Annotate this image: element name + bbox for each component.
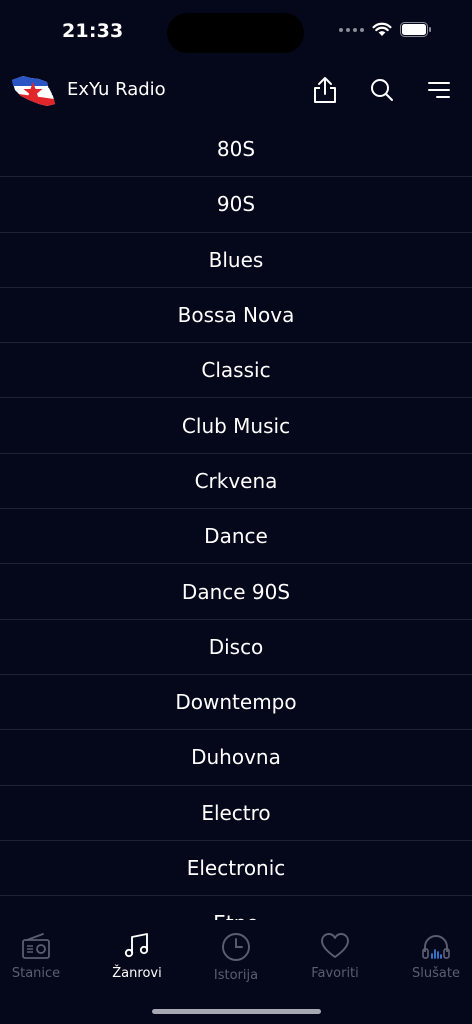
- genre-item[interactable]: Electro: [0, 786, 472, 841]
- dynamic-island: [167, 13, 304, 53]
- search-button[interactable]: [367, 75, 397, 105]
- tab-label: Stanice: [11, 966, 61, 981]
- app-logo-icon: [12, 76, 55, 106]
- tab-istorija[interactable]: Istorija: [196, 932, 276, 983]
- genre-item[interactable]: Etno: [0, 896, 472, 920]
- cellular-signal-icon: [339, 27, 364, 32]
- home-indicator: [152, 1009, 321, 1014]
- genre-item[interactable]: Duhovna: [0, 730, 472, 786]
- genre-item[interactable]: Dance: [0, 509, 472, 565]
- tab-stanice[interactable]: Stanice: [0, 932, 76, 981]
- wifi-icon: [372, 22, 392, 36]
- battery-icon: [400, 22, 431, 37]
- genre-item[interactable]: Crkvena: [0, 454, 472, 510]
- genre-item[interactable]: Dance 90S: [0, 564, 472, 620]
- status-time: 21:33: [62, 20, 124, 42]
- genre-item[interactable]: Blues: [0, 233, 472, 288]
- genre-item[interactable]: Downtempo: [0, 675, 472, 731]
- app-header: ExYu Radio: [0, 62, 472, 122]
- status-indicators: [339, 22, 432, 37]
- tab-label: Slušate: [412, 966, 460, 981]
- music-note-icon: [124, 933, 149, 958]
- tab-label: Favoriti: [311, 966, 359, 981]
- tab-label: Žanrovi: [112, 966, 162, 981]
- genre-item[interactable]: 80S: [0, 122, 472, 178]
- tab-slusate[interactable]: Slušate: [396, 932, 472, 981]
- heart-icon: [321, 933, 349, 958]
- tab-zanrovi[interactable]: Žanrovi: [97, 932, 177, 981]
- menu-icon: [428, 82, 450, 98]
- genre-item[interactable]: Classic: [0, 343, 472, 399]
- genre-item[interactable]: Club Music: [0, 398, 472, 454]
- clock-icon: [222, 933, 250, 961]
- radio-icon: [22, 933, 50, 959]
- share-icon: [314, 77, 336, 103]
- tab-label: Istorija: [213, 968, 259, 983]
- app-title: ExYu Radio: [67, 79, 166, 100]
- status-bar: 21:33: [0, 0, 472, 62]
- tab-favoriti[interactable]: Favoriti: [295, 932, 375, 981]
- genre-item[interactable]: Electronic: [0, 841, 472, 897]
- headphones-icon: [422, 935, 450, 959]
- genre-list: 80S 90S Blues Bossa Nova Classic Club Music Cr…: [0, 122, 472, 920]
- genre-item[interactable]: Disco: [0, 620, 472, 675]
- genre-item[interactable]: Bossa Nova: [0, 288, 472, 344]
- menu-button[interactable]: [424, 75, 454, 105]
- genre-item[interactable]: 90S: [0, 177, 472, 233]
- search-icon: [371, 79, 393, 101]
- share-button[interactable]: [310, 75, 340, 105]
